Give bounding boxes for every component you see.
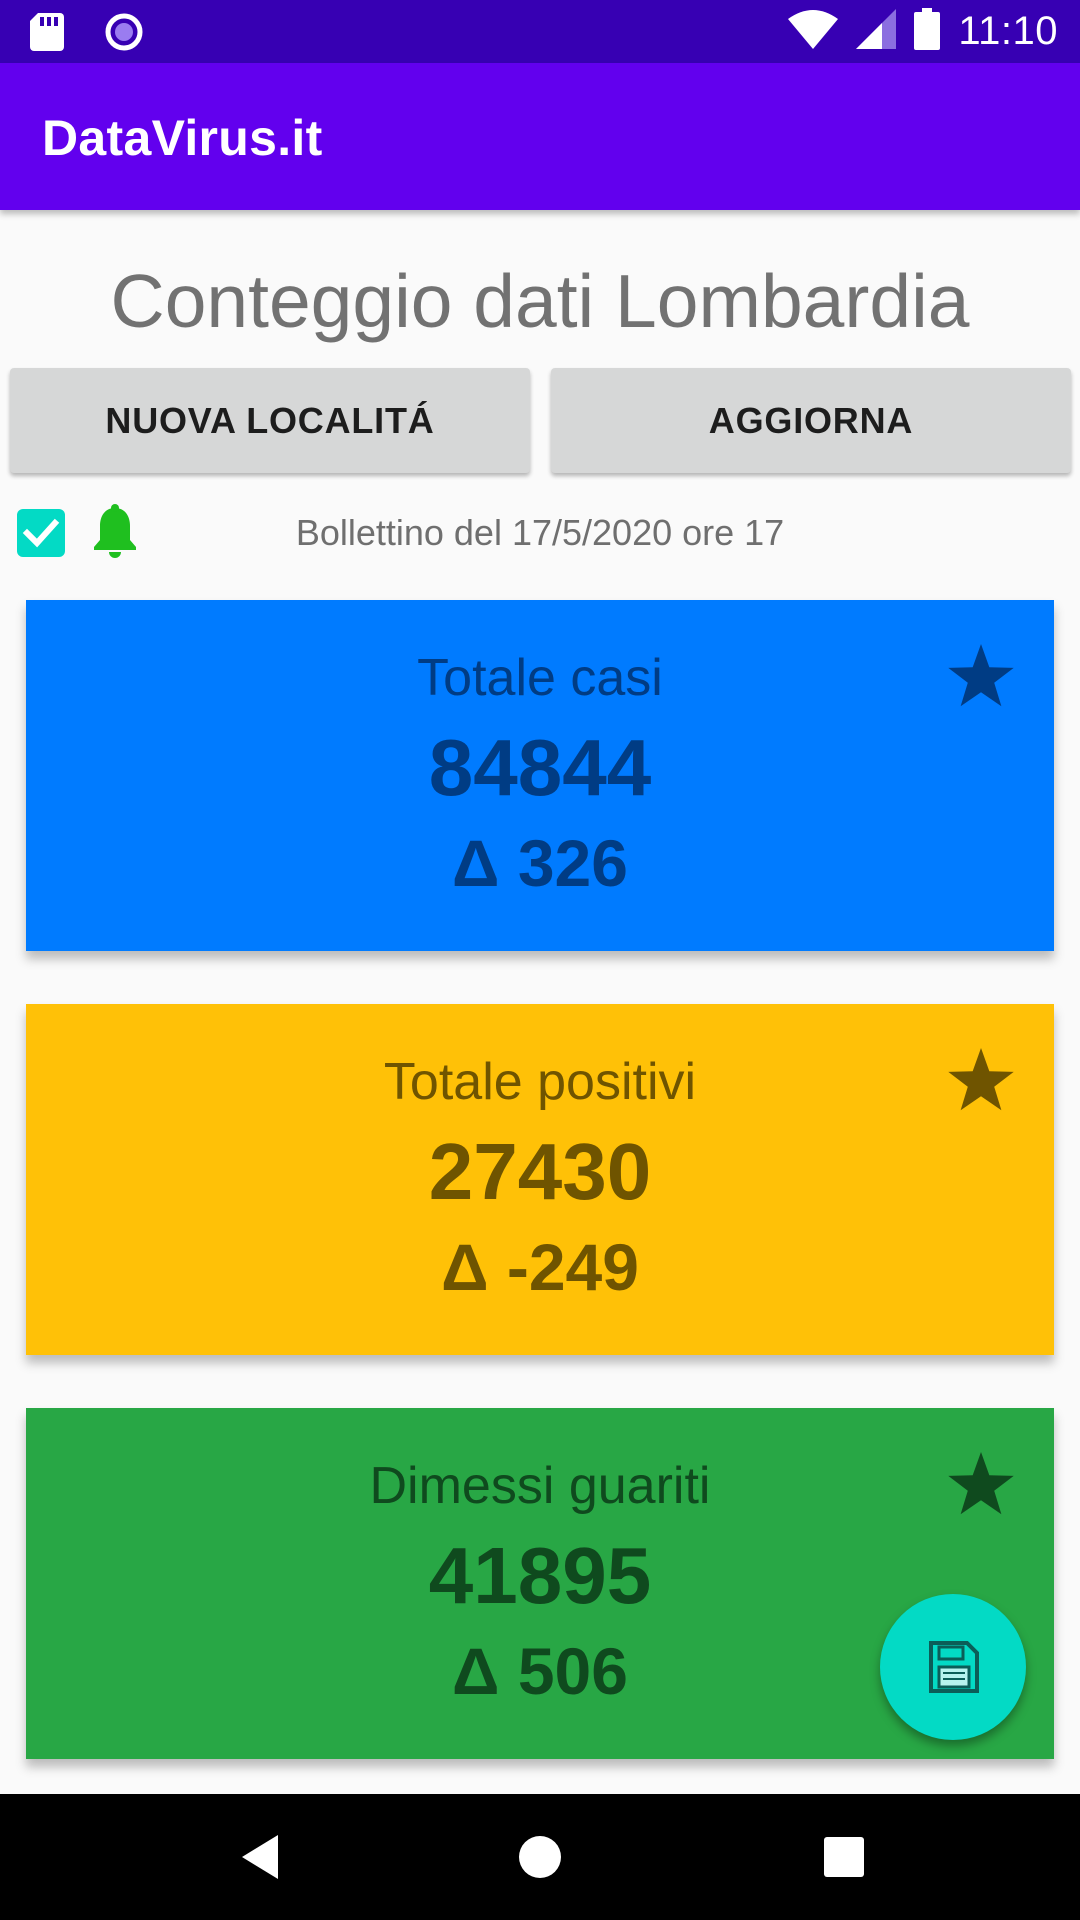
battery-icon <box>914 8 941 55</box>
status-time: 11:10 <box>958 9 1058 53</box>
card-total-positives: Totale positivi 27430 Δ -249 <box>26 1004 1054 1355</box>
recents-icon[interactable] <box>784 1794 904 1920</box>
card-value: 84844 <box>428 723 652 812</box>
wifi-icon <box>788 9 839 54</box>
card-title: Dimessi guariti <box>369 1457 711 1515</box>
save-icon <box>929 1641 979 1693</box>
app-title: DataVirus.it <box>42 110 323 166</box>
refresh-button[interactable]: AGGIORNA <box>551 368 1071 473</box>
card-delta: Δ -249 <box>441 1230 639 1304</box>
media-circle-icon <box>104 12 144 57</box>
save-fab[interactable] <box>880 1594 1026 1740</box>
sd-card-icon <box>30 13 64 56</box>
status-bar: 11:10 <box>0 0 1080 63</box>
star-icon[interactable] <box>946 1048 1016 1119</box>
status-right-icons: 11:10 <box>788 8 1058 55</box>
home-icon[interactable] <box>480 1794 600 1920</box>
card-delta: Δ 326 <box>452 826 628 900</box>
card-title: Totale positivi <box>383 1053 697 1111</box>
signal-icon <box>856 9 897 54</box>
card-title: Totale casi <box>417 649 663 707</box>
card-value: 27430 <box>428 1127 652 1216</box>
status-left-icons <box>30 12 144 57</box>
bulletin-date: Bollettino del 17/5/2020 ore 17 <box>295 512 785 553</box>
card-total-cases: Totale casi 84844 Δ 326 <box>26 600 1054 951</box>
star-icon[interactable] <box>946 644 1016 715</box>
page-title: Conteggio dati Lombardia <box>110 259 970 343</box>
card-value: 41895 <box>428 1531 652 1620</box>
back-icon[interactable] <box>200 1794 320 1920</box>
star-icon[interactable] <box>946 1452 1016 1523</box>
new-location-button[interactable]: NUOVA LOCALITÁ <box>10 368 530 473</box>
app-bar: DataVirus.it <box>0 63 1080 210</box>
navigation-bar <box>0 1794 1080 1920</box>
